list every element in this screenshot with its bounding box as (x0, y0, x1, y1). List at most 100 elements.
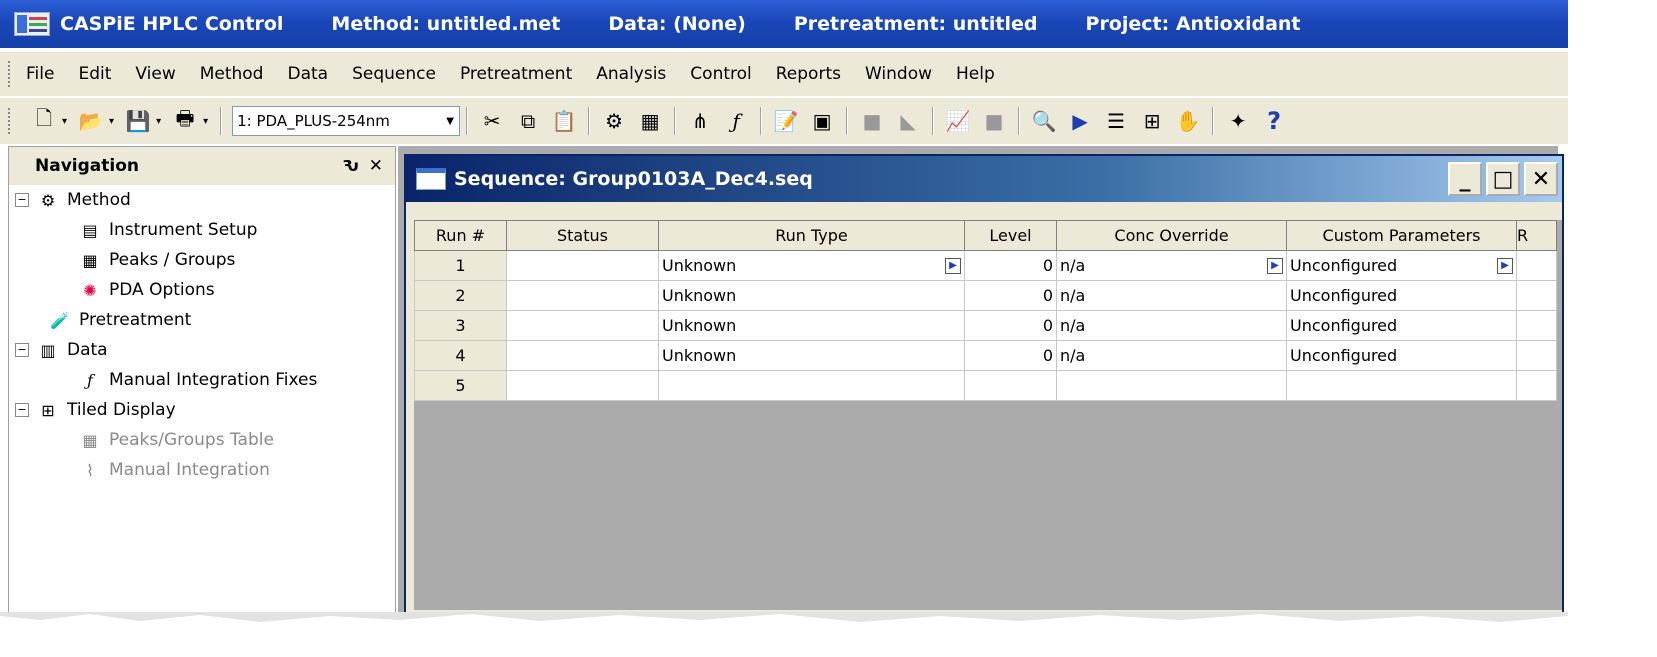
conc-override-cell[interactable]: n/a ▶ (1056, 250, 1287, 281)
tree-item-manual-integration-fixes[interactable]: ƒ Manual Integration Fixes (9, 365, 395, 395)
menu-edit[interactable]: Edit (78, 64, 111, 84)
column-header[interactable]: Custom Parameters (1286, 220, 1517, 251)
run-type-cell[interactable] (658, 370, 965, 401)
close-button[interactable]: ✕ (1524, 162, 1558, 196)
minimize-button[interactable]: _ (1448, 162, 1482, 196)
column-header[interactable]: Run Type (658, 220, 965, 251)
status-cell[interactable] (506, 250, 659, 281)
manual-integration-icon[interactable]: ƒ (723, 108, 749, 134)
tree-item-tiled-display[interactable]: − ⊞ Tiled Display (9, 395, 395, 425)
sequence-titlebar[interactable]: Sequence: Group0103A_Dec4.seq _ □ ✕ (406, 156, 1562, 202)
run-number-cell[interactable]: 1 (414, 250, 507, 281)
save-dropdown-icon[interactable]: ▾ (156, 116, 161, 127)
tree-item-pretreatment[interactable]: 🧪 Pretreatment (9, 305, 395, 335)
table-row[interactable]: 2 Unknown 0 n/a Unconfigured (414, 280, 1557, 311)
conc-override-cell[interactable]: n/a (1056, 340, 1287, 371)
r-cell[interactable] (1516, 250, 1557, 281)
save-icon[interactable]: 💾 (125, 108, 151, 134)
play-icon[interactable]: ▶ (1067, 108, 1093, 134)
level-cell[interactable]: 0 (964, 280, 1057, 311)
r-cell[interactable] (1516, 370, 1557, 401)
run-number-cell[interactable]: 4 (414, 340, 507, 371)
dropdown-arrow-icon[interactable]: ▶ (1497, 257, 1513, 274)
custom-parameters-cell[interactable]: Unconfigured (1286, 280, 1517, 311)
column-header[interactable]: Run # (414, 220, 507, 251)
table-row[interactable]: 4 Unknown 0 n/a Unconfigured (414, 340, 1557, 371)
menu-window[interactable]: Window (865, 64, 932, 84)
edit-sequence-icon[interactable]: 📝 (773, 108, 799, 134)
channel-select[interactable]: 1: PDA_PLUS-254nm ▼ (232, 106, 461, 136)
custom-parameters-cell[interactable]: Unconfigured (1286, 310, 1517, 341)
table-row[interactable]: 5 (414, 370, 1557, 401)
custom-parameters-cell[interactable] (1286, 370, 1517, 401)
peaks-groups-icon[interactable]: ▦ (637, 108, 663, 134)
column-header[interactable]: Conc Override (1056, 220, 1287, 251)
chromatogram-icon[interactable]: 📈 (945, 108, 971, 134)
collapse-toggle-icon[interactable]: − (15, 403, 29, 417)
level-cell[interactable]: 0 (964, 340, 1057, 371)
cut-icon[interactable]: ✂ (479, 108, 505, 134)
level-cell[interactable]: 0 (964, 250, 1057, 281)
level-cell[interactable]: 0 (964, 310, 1057, 341)
wizard-icon[interactable]: ✦ (1225, 108, 1251, 134)
status-cell[interactable] (506, 370, 659, 401)
run-type-cell[interactable]: Unknown (658, 280, 965, 311)
run-number-cell[interactable]: 3 (414, 310, 507, 341)
custom-parameters-cell[interactable]: Unconfigured ▶ (1286, 250, 1517, 281)
queue-icon[interactable]: ☰ (1103, 108, 1129, 134)
menu-reports[interactable]: Reports (776, 64, 841, 84)
tree-item-instrument-setup[interactable]: ▤ Instrument Setup (9, 215, 395, 245)
tree-item-pda-options[interactable]: ✺ PDA Options (9, 275, 395, 305)
menu-control[interactable]: Control (690, 64, 751, 84)
close-icon[interactable]: ✕ (369, 156, 383, 176)
integration-icon[interactable]: ⋔ (687, 108, 713, 134)
custom-parameters-cell[interactable]: Unconfigured (1286, 340, 1517, 371)
run-number-cell[interactable]: 2 (414, 280, 507, 311)
r-cell[interactable] (1516, 340, 1557, 371)
pin-icon[interactable]: Ԅ (342, 157, 359, 175)
zoom-icon[interactable]: 🔍 (1031, 108, 1057, 134)
print-icon[interactable]: 🖶 (172, 106, 198, 134)
dropdown-arrow-icon[interactable]: ▶ (945, 257, 961, 274)
stop-hand-icon[interactable]: ✋ (1175, 108, 1201, 134)
tree-item-data[interactable]: − ▥ Data (9, 335, 395, 365)
collapse-toggle-icon[interactable]: − (15, 343, 29, 357)
menu-sequence[interactable]: Sequence (352, 64, 436, 84)
menu-analysis[interactable]: Analysis (596, 64, 666, 84)
table-row[interactable]: 1 Unknown ▶ 0 n/a ▶ Unconfigured ▶ (414, 250, 1557, 281)
conc-override-cell[interactable] (1056, 370, 1287, 401)
menu-file[interactable]: File (26, 64, 54, 84)
toolbar-grip[interactable] (8, 108, 12, 134)
run-number-cell[interactable]: 5 (414, 370, 507, 401)
open-dropdown-icon[interactable]: ▾ (109, 116, 114, 127)
menu-data[interactable]: Data (287, 64, 328, 84)
dropdown-arrow-icon[interactable]: ▶ (1267, 257, 1283, 274)
tree-item-method[interactable]: − ⚙ Method (9, 185, 395, 215)
table-row[interactable]: 3 Unknown 0 n/a Unconfigured (414, 310, 1557, 341)
status-cell[interactable] (506, 310, 659, 341)
menu-view[interactable]: View (135, 64, 175, 84)
collapse-toggle-icon[interactable]: − (15, 193, 29, 207)
r-cell[interactable] (1516, 310, 1557, 341)
paste-icon[interactable]: 📋 (551, 108, 577, 134)
tree-item-peaks-groups[interactable]: ▦ Peaks / Groups (9, 245, 395, 275)
help-icon[interactable]: ? (1261, 107, 1287, 135)
new-dropdown-icon[interactable]: ▾ (62, 116, 67, 127)
conc-override-cell[interactable]: n/a (1056, 280, 1287, 311)
column-header[interactable]: R (1516, 220, 1557, 251)
menu-help[interactable]: Help (956, 64, 995, 84)
run-type-cell[interactable]: Unknown (658, 340, 965, 371)
column-header[interactable]: Level (964, 220, 1057, 251)
menu-pretreatment[interactable]: Pretreatment (460, 64, 572, 84)
chevron-down-icon[interactable]: ▼ (441, 116, 459, 127)
run-sequence-icon[interactable]: ▣ (809, 108, 835, 134)
run-type-cell[interactable]: Unknown ▶ (658, 250, 965, 281)
menu-method[interactable]: Method (200, 64, 264, 84)
compare-icon[interactable]: ⊞ (1139, 108, 1165, 134)
r-cell[interactable] (1516, 280, 1557, 311)
level-cell[interactable] (964, 370, 1057, 401)
copy-icon[interactable]: ⧉ (515, 108, 541, 134)
menubar-grip[interactable] (8, 61, 12, 87)
instrument-setup-icon[interactable]: ⚙ (601, 108, 627, 134)
maximize-button[interactable]: □ (1486, 162, 1520, 196)
